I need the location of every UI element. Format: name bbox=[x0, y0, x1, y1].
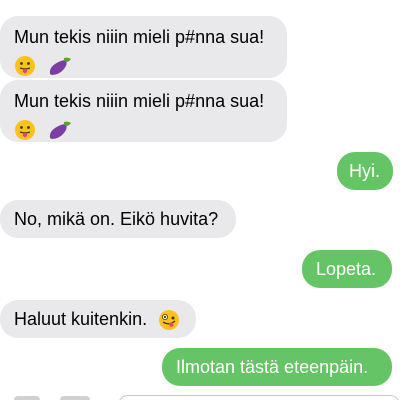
emoji-row bbox=[14, 52, 273, 78]
emoji-row bbox=[14, 116, 273, 142]
message-text: No, mikä on. Eikö huvita? bbox=[14, 209, 219, 229]
message-text: Lopeta. bbox=[316, 259, 377, 279]
incoming-message[interactable]: Haluut kuitenkin. bbox=[0, 300, 196, 338]
message-text: Mun tekis niiin mieli p#nna sua! bbox=[14, 91, 265, 111]
camera-icon[interactable] bbox=[14, 396, 40, 400]
eggplant-emoji bbox=[49, 57, 72, 76]
message-input[interactable] bbox=[118, 395, 400, 400]
outgoing-message[interactable]: Lopeta. bbox=[302, 250, 392, 288]
outgoing-message[interactable]: Ilmotan tästä eteenpäin. bbox=[162, 348, 392, 386]
message-text: Mun tekis niiin mieli p#nna sua! bbox=[14, 27, 265, 47]
message-text: Haluut kuitenkin. bbox=[14, 309, 148, 329]
message-text: Ilmotan tästä eteenpäin. bbox=[176, 357, 369, 377]
incoming-message[interactable]: Mun tekis niiin mieli p#nna sua! bbox=[0, 80, 287, 142]
eggplant-emoji bbox=[49, 121, 72, 140]
incoming-message[interactable]: No, mikä on. Eikö huvita? bbox=[0, 200, 236, 238]
apps-icon[interactable] bbox=[60, 396, 90, 400]
tongue-out-emoji bbox=[15, 56, 35, 77]
outgoing-message[interactable]: Hyi. bbox=[337, 152, 393, 190]
incoming-message[interactable]: Mun tekis niiin mieli p#nna sua! bbox=[0, 16, 287, 78]
message-text: Hyi. bbox=[349, 161, 380, 181]
tongue-out-emoji bbox=[15, 120, 35, 141]
message-composer bbox=[0, 392, 400, 400]
message-thread: Mun tekis niiin mieli p#nna sua! Mun tek… bbox=[0, 0, 400, 400]
zany-face-emoji bbox=[159, 310, 180, 331]
